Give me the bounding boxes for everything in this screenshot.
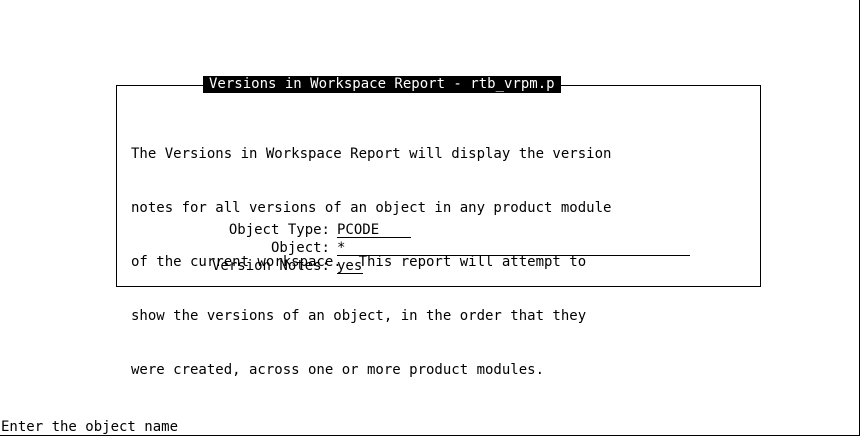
version-notes-row: Version Notes:: [0, 257, 330, 275]
dialog-title: Versions in Workspace Report - rtb_vrpm.…: [203, 76, 561, 93]
object-type-label: Object Type:: [228, 222, 330, 238]
description-line: notes for all versions of an object in a…: [131, 200, 612, 216]
terminal-screen: Versions in Workspace Report - rtb_vrpm.…: [0, 0, 860, 436]
status-message: Enter the object name: [1, 419, 179, 435]
object-field[interactable]: *: [337, 239, 690, 256]
description-line: show the versions of an object, in the o…: [131, 308, 587, 324]
description-line: were created, across one or more product…: [131, 362, 545, 378]
version-notes-label: Version Notes:: [211, 258, 330, 274]
description-line: The Versions in Workspace Report will di…: [131, 146, 612, 162]
object-label: Object:: [270, 240, 330, 256]
object-type-row: Object Type:: [0, 221, 330, 239]
version-notes-field[interactable]: yes: [337, 257, 363, 274]
object-row: Object:: [0, 239, 330, 257]
object-type-field[interactable]: PCODE: [337, 221, 411, 238]
